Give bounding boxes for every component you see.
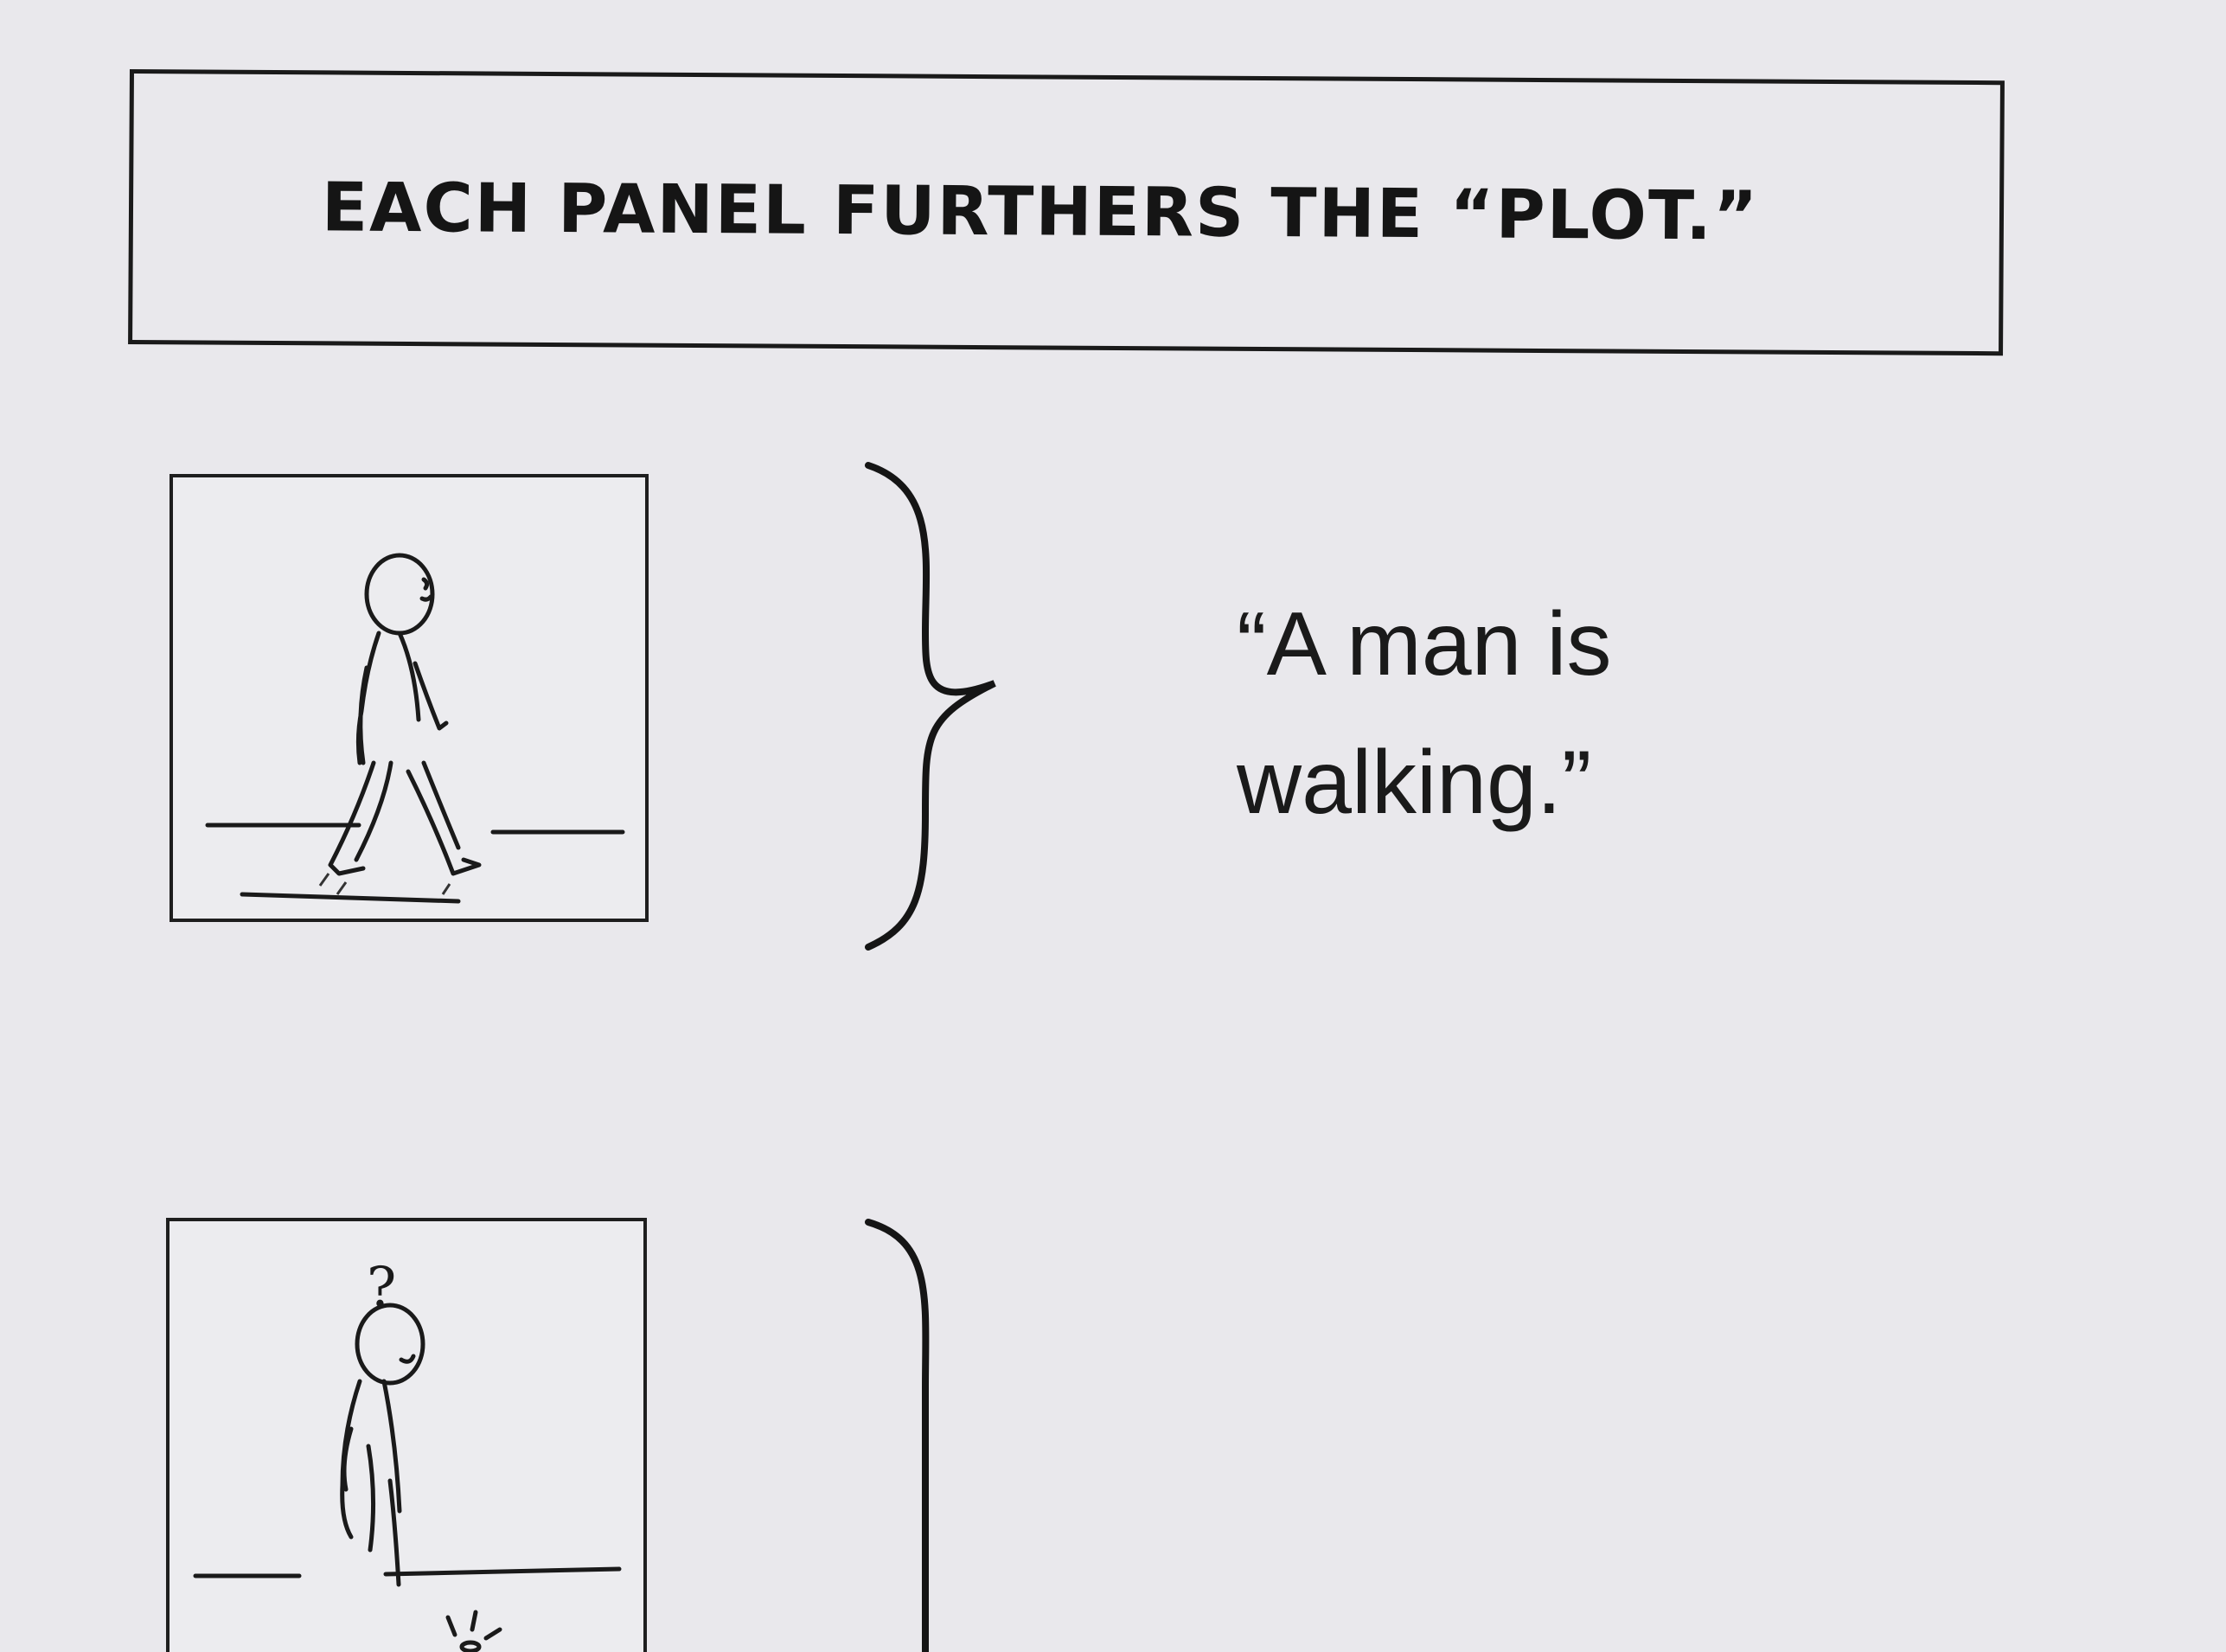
narration-line-1: “A man is [1237, 594, 1612, 695]
walking-man-drawing [205, 553, 625, 904]
narration-text: “A man is walking.” [1237, 575, 1842, 852]
comic-panel-puzzled: ? [166, 1218, 647, 1652]
bracket-icon [865, 1219, 930, 1652]
caption-box: EACH PANEL FURTHERS THE “PLOT.” [128, 69, 2005, 356]
bracket-icon [865, 462, 996, 951]
narration-line-2: walking.” [1237, 733, 1592, 833]
puzzled-man-drawing [193, 1303, 622, 1652]
caption-text: EACH PANEL FURTHERS THE “PLOT.” [321, 169, 1760, 256]
comic-panel-walking [170, 474, 649, 922]
thought-question-mark: ? [367, 1256, 397, 1320]
